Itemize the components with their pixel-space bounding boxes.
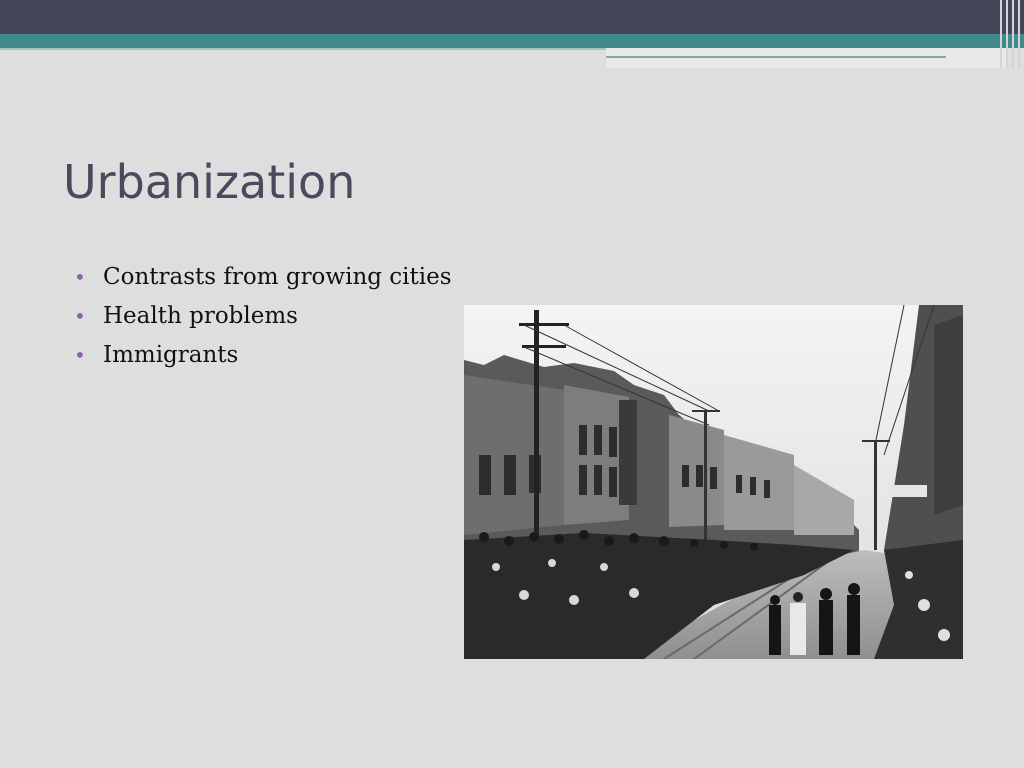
header-accent-line bbox=[0, 48, 606, 50]
bullet-text: Contrasts from growing cities bbox=[103, 264, 452, 290]
header-dark-band bbox=[0, 0, 1024, 34]
header-panel-tab bbox=[606, 48, 1006, 68]
bullet-item: • Contrasts from growing cities bbox=[74, 258, 452, 297]
bullet-list: • Contrasts from growing cities • Health p… bbox=[74, 258, 452, 375]
bullet-item: • Immigrants bbox=[74, 336, 452, 375]
bullet-text: Immigrants bbox=[103, 342, 239, 368]
bullet-text: Health problems bbox=[103, 303, 298, 329]
header-panel-line bbox=[606, 56, 946, 58]
header-edge-lines bbox=[996, 0, 1024, 68]
slide-title: Urbanization bbox=[63, 155, 356, 209]
bullet-icon: • bbox=[74, 265, 86, 289]
bullet-item: • Health problems bbox=[74, 297, 452, 336]
bullet-icon: • bbox=[74, 343, 86, 367]
header-teal-band bbox=[0, 34, 1024, 48]
photo-illustration bbox=[464, 305, 963, 659]
bullet-icon: • bbox=[74, 304, 86, 328]
street-crowd-photo bbox=[464, 305, 963, 659]
